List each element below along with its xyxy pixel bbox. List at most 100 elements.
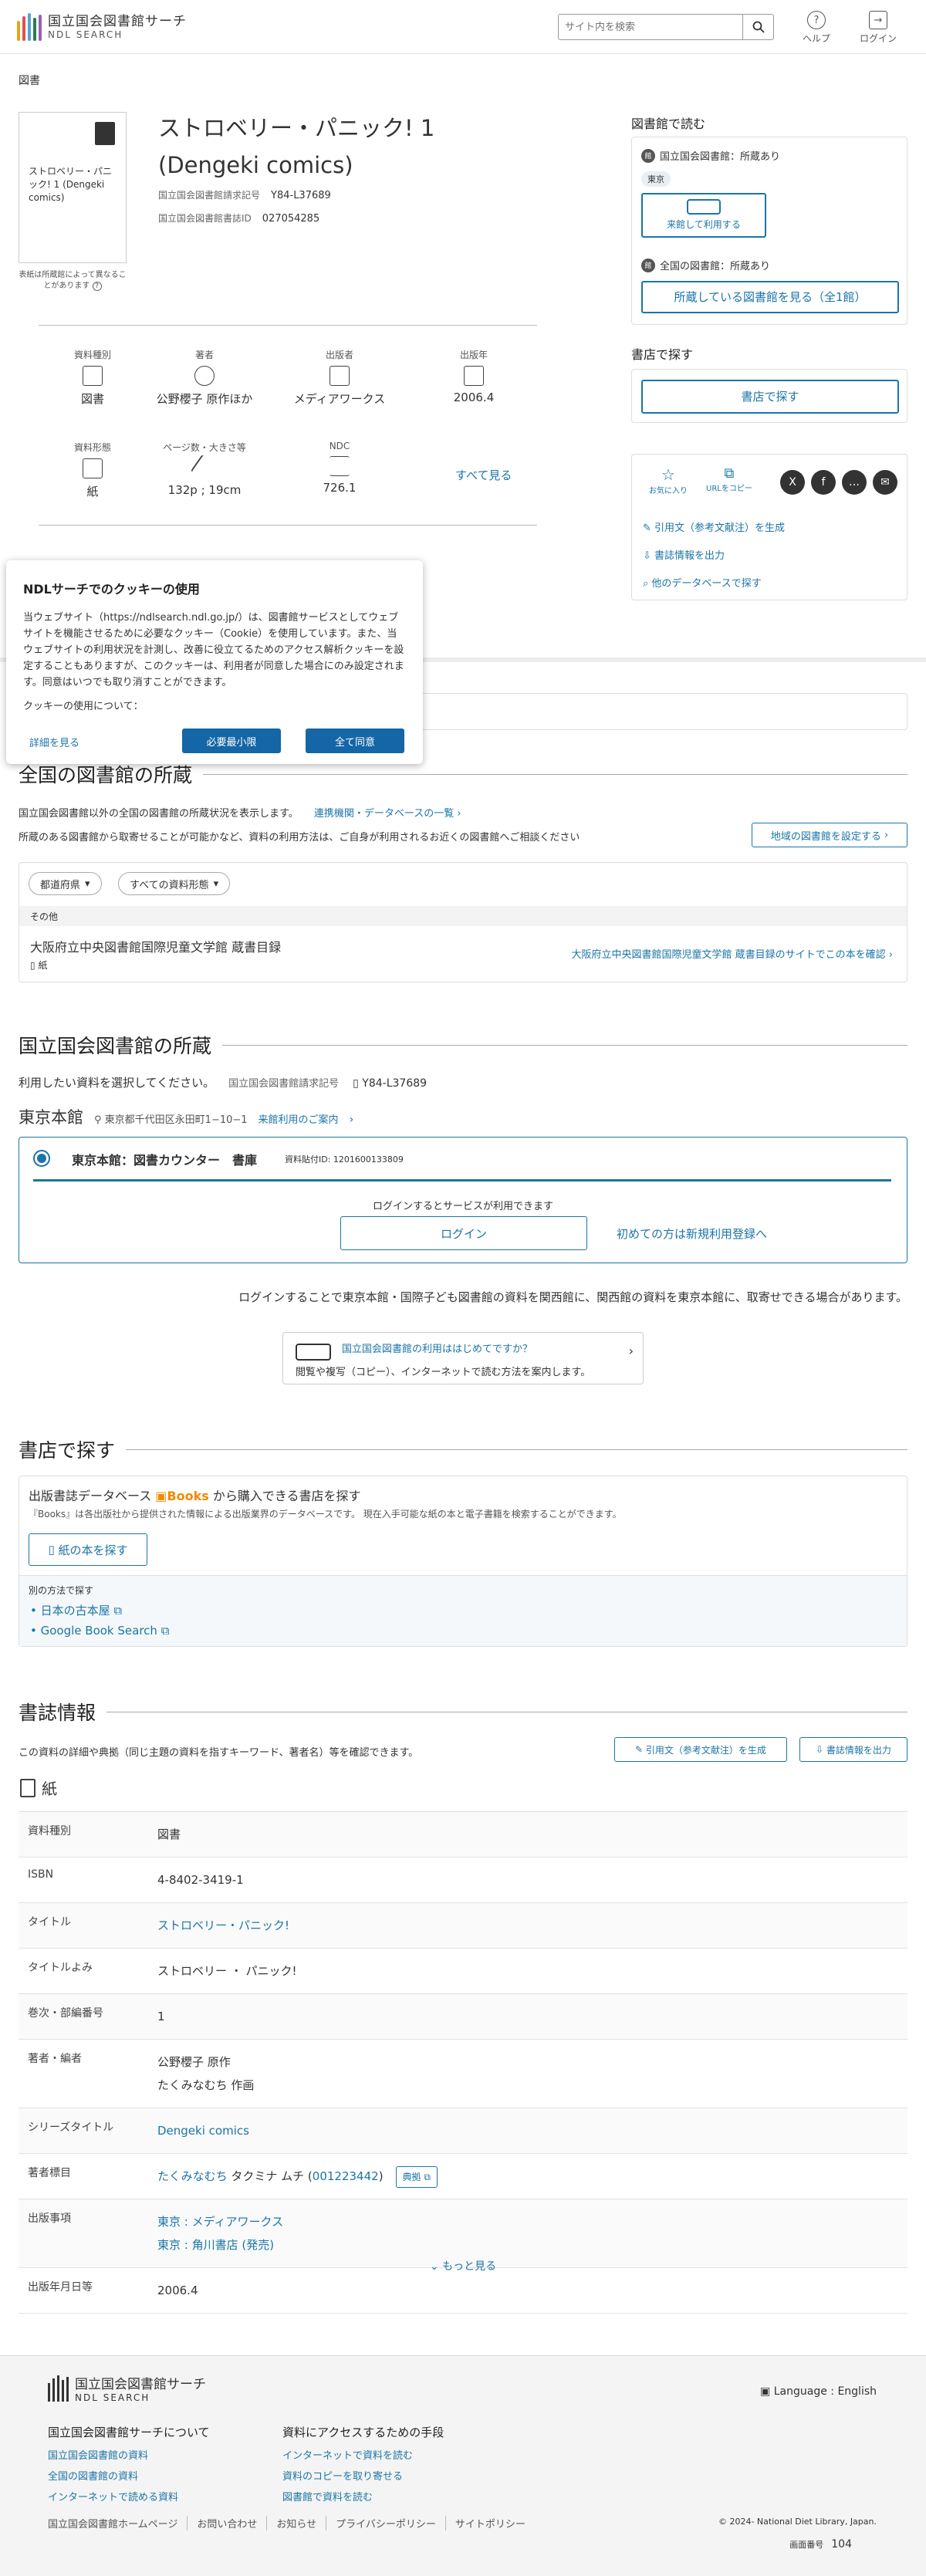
register-link[interactable]: 初めての方は新規利用登録へ xyxy=(617,1225,767,1242)
cookie-minimum-button[interactable]: 必要最小限 xyxy=(182,729,281,753)
library-format: ▯ 紙 xyxy=(30,958,47,972)
footer-link[interactable]: 資料のコピーを取り寄せる xyxy=(282,2471,403,2483)
footer-link[interactable]: 国立国会図書館の資料 xyxy=(48,2450,148,2462)
help-button[interactable]: ? ヘルプ xyxy=(803,11,830,45)
table-value-link[interactable]: 東京 : メディアワークス xyxy=(157,2210,283,2233)
item-id: 資料貼付ID: 1201600133809 xyxy=(285,1154,404,1165)
pref-filter[interactable]: 都道府県 ▾ xyxy=(29,872,102,895)
footer-link[interactable]: 図書館で資料を読む xyxy=(282,2492,373,2503)
author-reading: タクミナ ムチ ( xyxy=(227,2169,313,2183)
call-number-value: Y84-L37689 xyxy=(271,190,331,201)
table-row: 巻次・部編番号 1 xyxy=(19,1994,907,2040)
library-site-link[interactable]: 大阪府立中央図書館国際児童文学館 蔵書目録のサイトでこの本を確認 › xyxy=(572,946,893,961)
table-value-link[interactable]: Dengeki comics xyxy=(157,2119,249,2142)
tokyo-pill: 東京 xyxy=(641,171,671,187)
footer-bottom-link[interactable]: お知らせ xyxy=(267,2516,327,2530)
author-link[interactable]: たくみなむち xyxy=(157,2169,228,2183)
title-line1: ストロベリー・パニック! 1 xyxy=(158,115,435,141)
info-icon[interactable]: ? xyxy=(92,282,102,291)
other-db-link[interactable]: ⌕ 他のデータベースで探す xyxy=(643,575,762,590)
footer-bottom-links: 国立国会図書館ホームページ お問い合わせ お知らせ プライバシーポリシー サイト… xyxy=(48,2516,535,2530)
table-row-value: 4-8402-3419-1 xyxy=(150,1858,252,1902)
visit-info-link[interactable]: 来館利用のご案内 xyxy=(259,1111,339,1126)
footer-link[interactable]: インターネットで読める資料 xyxy=(48,2492,178,2503)
action-box: ☆ お気に入り ⧉ URLをコピー X f … ✉ ✎ 引用文（参考文献注）を生成 … xyxy=(631,454,907,600)
authority-button[interactable]: 典拠 ⧉ xyxy=(395,2166,438,2188)
all-holding-text: 全国の図書館：所蔵あり xyxy=(660,261,771,272)
other-label: 別の方法で探す xyxy=(29,1585,94,1596)
table-value-link[interactable]: ストロベリー・パニック! xyxy=(157,1914,289,1937)
set-library-button[interactable]: 地域の図書館を設定する › xyxy=(752,823,907,847)
heading-rule xyxy=(203,773,907,775)
table-row-label: 巻次・部編番号 xyxy=(28,2007,103,2020)
table-row-value: 1 xyxy=(150,1994,173,2039)
mail-share-icon[interactable]: ✉ xyxy=(873,470,897,495)
footer-bottom-link[interactable]: プライバシーポリシー xyxy=(326,2516,446,2530)
footer-bottom-link[interactable]: 国立国会図書館ホームページ xyxy=(48,2516,188,2530)
shop-button[interactable]: 書店で探す xyxy=(641,380,899,414)
item-radio[interactable] xyxy=(33,1150,50,1167)
facet-value: 726.1 xyxy=(323,481,357,495)
author-id-link[interactable]: 001223442 xyxy=(313,2169,379,2183)
export-link[interactable]: ⇩ 書誌情報を出力 xyxy=(643,547,725,562)
footer-link[interactable]: インターネットで資料を読む xyxy=(282,2450,413,2462)
pref-filter-label: 都道府県 xyxy=(40,879,81,891)
login-header-button[interactable]: → ログイン xyxy=(860,11,897,45)
chevron-down-icon: ⌄ xyxy=(429,2260,439,2273)
first-time-card[interactable]: 国立国会図書館の利用ははじめてですか？ 閲覧や複写（コピー）、インターネットで読… xyxy=(282,1332,644,1384)
partner-db-link[interactable]: 連携機関・データベースの一覧 xyxy=(314,808,454,820)
cookie-details-link[interactable]: 詳細を見る xyxy=(29,735,79,749)
see-libraries-button[interactable]: 所蔵している図書館を見る（全1館） xyxy=(641,281,899,313)
paper-icon: ▯ xyxy=(48,1543,59,1557)
table-row-value: ストロベリー ・ パニック! xyxy=(150,1949,305,1993)
cover-note-text: 表紙は所蔵館によって異なることがあります xyxy=(19,271,127,290)
export-button-label: 書誌情報を出力 xyxy=(826,1744,891,1756)
cite-link[interactable]: ✎ 引用文（参考文献注）を生成 xyxy=(643,519,785,534)
chevron-right-icon: › xyxy=(628,1344,634,1358)
copy-url-button[interactable]: ⧉ URLをコピー xyxy=(706,465,752,493)
table-row: ISBN 4-8402-3419-1 xyxy=(19,1858,907,1903)
breadcrumb: 図書 xyxy=(19,75,40,87)
export-button[interactable]: ⇩ 書誌情報を出力 xyxy=(799,1737,907,1762)
table-row-value: 2006.4 xyxy=(150,2268,206,2313)
paper-book-label: 紙の本を探す xyxy=(58,1543,128,1557)
google-books-link-text: Google Book Search xyxy=(40,1624,157,1638)
footer-link[interactable]: 全国の図書館の資料 xyxy=(48,2471,138,2483)
more-button[interactable]: ⌄ もっと見る xyxy=(0,2258,926,2273)
facet-value: 図書 xyxy=(80,392,104,406)
table-value-link[interactable]: 東京 : 角川書店 (発売) xyxy=(157,2233,283,2257)
cookie-accept-button[interactable]: 全て同意 xyxy=(306,729,404,753)
footer-bottom-link[interactable]: お問い合わせ xyxy=(188,2516,268,2530)
national-desc1-text: 国立国会図書館以外の全国の図書館の所蔵状況を表示します。 xyxy=(19,808,299,820)
facebook-share-icon[interactable]: f xyxy=(811,470,836,495)
kosho-link[interactable]: • 日本の古本屋 ⧉ xyxy=(30,1602,122,1618)
paper-icon xyxy=(83,458,103,478)
table-row-label: タイトルよみ xyxy=(28,1962,93,1974)
see-all-link[interactable]: すべて見る xyxy=(455,467,512,483)
login-button[interactable]: ログイン xyxy=(340,1216,587,1250)
visit-button[interactable]: 来館して利用する xyxy=(641,193,766,238)
cite-button[interactable]: ✎ 引用文（参考文献注）を生成 xyxy=(614,1737,787,1762)
site-logo[interactable]: 国立国会図書館サーチ NDL SEARCH xyxy=(17,12,187,41)
favorite-label: お気に入り xyxy=(649,487,688,495)
type-filter[interactable]: すべての資料形態 ▾ xyxy=(118,872,231,895)
library-site-link-text: 大阪府立中央図書館国際児童文学館 蔵書目録のサイトでこの本を確認 xyxy=(571,949,886,961)
author-close: ) xyxy=(378,2169,384,2183)
footer-logo[interactable]: 国立国会図書館サーチ NDL SEARCH xyxy=(48,2373,206,2403)
search-button[interactable] xyxy=(743,14,774,40)
footer-bottom-link[interactable]: サイトポリシー xyxy=(446,2516,535,2530)
favorite-button[interactable]: ☆ お気に入り xyxy=(649,465,688,495)
facet-year: 出版年 2006.4 xyxy=(420,348,528,404)
cover-text: ストロベリー・パニック! 1 (Dengeki comics) xyxy=(29,166,113,203)
cookie-about: クッキーの使用について： xyxy=(23,701,144,712)
title-line2: (Dengeki comics) xyxy=(158,152,353,178)
google-books-link[interactable]: • Google Book Search ⧉ xyxy=(30,1624,169,1638)
paper-book-button[interactable]: ▯ 紙の本を探す xyxy=(29,1533,147,1566)
caret-down-icon: ▾ xyxy=(213,877,219,890)
chat-share-icon[interactable]: … xyxy=(842,470,867,495)
divider xyxy=(39,325,537,326)
search-input[interactable] xyxy=(558,14,743,40)
language-switch[interactable]: ▣ Language : English xyxy=(760,2385,877,2398)
x-share-icon[interactable]: X xyxy=(780,470,805,495)
ndl-select-row: 利用したい資料を選択してください。 国立国会図書館請求記号 ▯ Y84-L37689 xyxy=(19,1074,427,1090)
